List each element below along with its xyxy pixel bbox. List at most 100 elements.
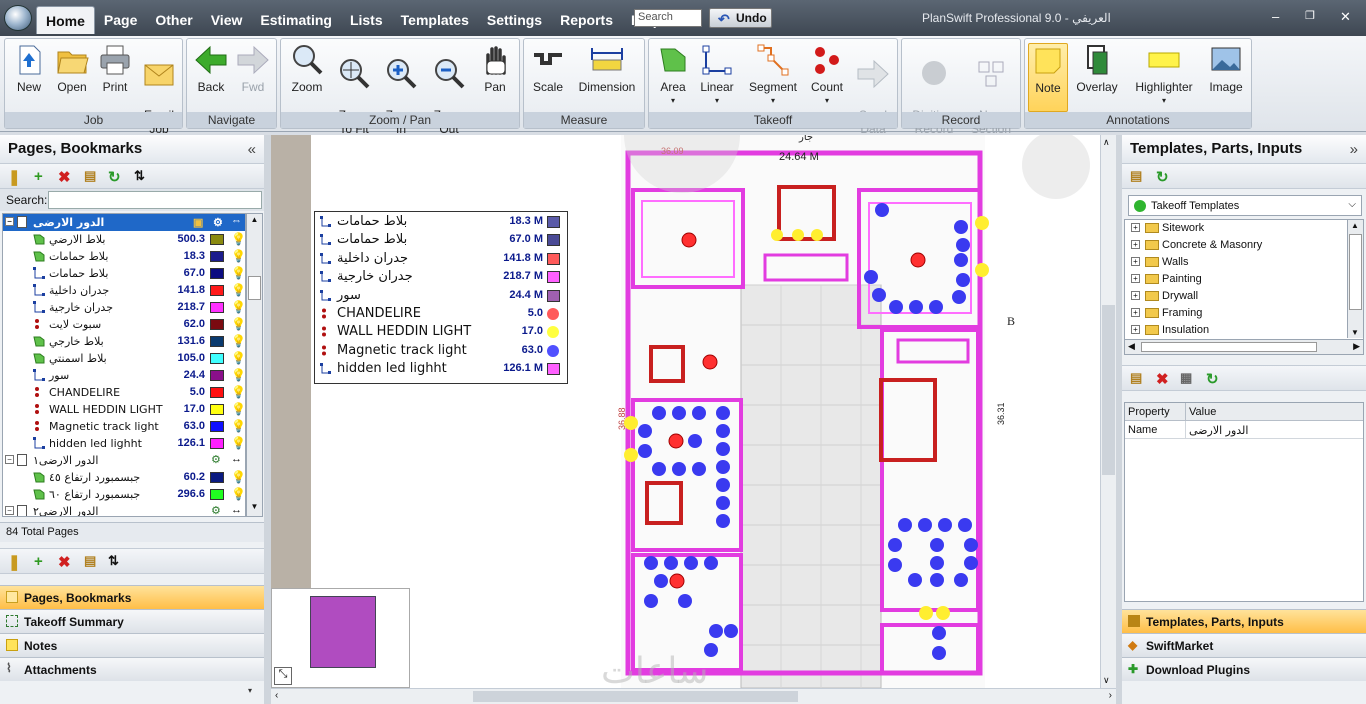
item-color-swatch[interactable] — [210, 319, 224, 330]
pan-button[interactable]: Pan — [477, 43, 513, 94]
visibility-bulb-icon[interactable]: 💡 — [231, 266, 245, 280]
takeoff-item-row[interactable]: WALL HEDDIN LIGHT 17.0 💡 — [3, 401, 245, 418]
canvas-vscroll-thumb[interactable] — [1102, 305, 1115, 475]
page-row[interactable]: − الدور الارضى٢ ⚙ ↔ — [3, 503, 245, 516]
template-folder-row[interactable]: + Drywall — [1125, 288, 1363, 305]
linear-button[interactable]: Linear ▾ — [697, 43, 737, 108]
maximize-button[interactable]: ❐ — [1305, 9, 1315, 22]
properties-icon-2[interactable]: ▤ — [84, 553, 96, 569]
scroll-up-icon[interactable]: ▲ — [248, 215, 261, 228]
takeoff-item-row[interactable]: جبسمبورد ارتفاع ٦٠ 296.6 💡 — [3, 486, 245, 503]
tt-vscroll-thumb[interactable] — [1349, 234, 1362, 310]
collapse-toggle-icon[interactable]: − — [5, 455, 14, 464]
templates-tree[interactable]: + Sitework + Concrete & Masonry + Walls + Paint… — [1124, 219, 1364, 355]
nav-swiftmarket[interactable]: ◆ SwiftMarket — [1122, 633, 1366, 657]
templates-hscroll[interactable]: ◀ ▶ — [1124, 339, 1364, 355]
tt-scroll-up-icon[interactable]: ▲ — [1351, 221, 1359, 230]
scroll-thumb[interactable] — [248, 276, 261, 300]
property-value[interactable]: الدور الارضى — [1189, 424, 1248, 437]
visibility-bulb-icon[interactable]: 💡 — [231, 232, 245, 246]
menu-templates[interactable]: Templates — [392, 6, 478, 34]
collapse-toggle-icon[interactable]: − — [5, 506, 14, 515]
bookmark-icon[interactable]: ❚ — [8, 168, 21, 186]
takeoff-item-row[interactable]: بلاط اسمنتي 105.0 💡 — [3, 350, 245, 367]
save-icon[interactable]: ▣ — [193, 216, 203, 229]
fit-width-icon[interactable]: ⇔ — [231, 215, 242, 227]
item-color-swatch[interactable] — [210, 251, 224, 262]
template-folder-row[interactable]: + Sitework — [1125, 220, 1363, 237]
canvas-hscroll-thumb[interactable] — [473, 691, 798, 702]
menu-lists[interactable]: Lists — [341, 6, 392, 34]
menu-settings[interactable]: Settings — [478, 6, 551, 34]
menu-view[interactable]: View — [202, 6, 252, 34]
takeoff-item-row[interactable]: بلاط حمامات 18.3 💡 — [3, 248, 245, 265]
property-row[interactable]: Name الدور الارضى — [1125, 421, 1363, 439]
item-color-swatch[interactable] — [210, 285, 224, 296]
visibility-bulb-icon[interactable]: 💡 — [231, 436, 245, 450]
item-color-swatch[interactable] — [210, 268, 224, 279]
tree-scrollbar[interactable]: ▲ ▼ — [246, 213, 263, 517]
takeoff-filter-icon[interactable]: ⚙ — [213, 216, 223, 229]
takeoff-item-row[interactable]: بلاط حمامات 67.0 💡 — [3, 265, 245, 282]
template-folder-row[interactable]: + Painting — [1125, 271, 1363, 288]
takeoff-filter-icon[interactable]: ⚙ — [211, 504, 221, 516]
item-color-swatch[interactable] — [210, 489, 224, 500]
template-folder-row[interactable]: + Insulation — [1125, 322, 1363, 339]
add-icon[interactable]: + — [34, 168, 43, 185]
properties-grid[interactable]: Property Value Name الدور الارضى — [1124, 402, 1364, 602]
template-folder-row[interactable]: + Concrete & Masonry — [1125, 237, 1363, 254]
image-button[interactable]: Image — [1205, 43, 1247, 94]
sort-icon-2[interactable]: ⇅ — [108, 553, 119, 569]
takeoff-item-row[interactable]: سور 24.4 💡 — [3, 367, 245, 384]
count-button[interactable]: Count ▾ — [807, 43, 847, 108]
properties-icon[interactable]: ▤ — [84, 168, 96, 184]
visibility-bulb-icon[interactable]: 💡 — [231, 300, 245, 314]
delete-icon[interactable]: ✖ — [58, 168, 71, 186]
zoom-button[interactable]: Zoom — [287, 43, 327, 94]
template-refresh-icon[interactable]: ↻ — [1156, 168, 1169, 186]
open-button[interactable]: Open — [53, 43, 91, 94]
menu-page[interactable]: Page — [95, 6, 146, 34]
drawing-canvas[interactable]: 36.09 24.64 M جار B 36.31 36.88 ساعات ∧ … — [271, 135, 1116, 688]
app-menu-button[interactable] — [4, 5, 32, 31]
takeoff-item-row[interactable]: CHANDELIRE 5.0 💡 — [3, 384, 245, 401]
refresh-icon[interactable]: ↻ — [108, 168, 121, 186]
sort-icon[interactable]: ⇅ — [134, 168, 145, 184]
item-color-swatch[interactable] — [210, 438, 224, 449]
canvas-scroll-left-icon[interactable]: ‹ — [275, 690, 278, 701]
expand-icon[interactable]: + — [1131, 223, 1140, 232]
collapse-left-panel-button[interactable]: « — [248, 141, 256, 158]
visibility-bulb-icon[interactable]: 💡 — [231, 317, 245, 331]
forward-button[interactable]: Fwd — [235, 43, 271, 94]
back-button[interactable]: Back — [193, 43, 229, 94]
expand-icon[interactable]: + — [1131, 308, 1140, 317]
nav-templates[interactable]: Templates, Parts, Inputs — [1122, 609, 1366, 633]
expand-icon[interactable]: + — [1131, 257, 1140, 266]
page-row[interactable]: − الدور الارضى ▣ ⚙ ⇔ — [3, 214, 245, 231]
nav-download-plugins[interactable]: ✚ Download Plugins — [1122, 657, 1366, 681]
item-color-swatch[interactable] — [210, 387, 224, 398]
expand-icon[interactable]: + — [1131, 274, 1140, 283]
visibility-bulb-icon[interactable]: 💡 — [231, 385, 245, 399]
tt-scroll-down-icon[interactable]: ▼ — [1351, 328, 1359, 337]
expand-icon[interactable]: + — [1131, 240, 1140, 249]
close-button[interactable]: ✕ — [1340, 9, 1351, 25]
visibility-bulb-icon[interactable]: 💡 — [231, 470, 245, 484]
tt-scroll-thumb[interactable] — [1141, 342, 1317, 352]
parts-grid-icon[interactable]: ▦ — [1180, 370, 1192, 386]
takeoff-legend[interactable]: بلاط حمامات 18.3 M بلاط حمامات 67.0 M جدران … — [314, 211, 568, 384]
canvas-hscroll[interactable]: ‹ › — [271, 688, 1116, 704]
item-color-swatch[interactable] — [210, 302, 224, 313]
minimize-button[interactable]: – — [1272, 9, 1279, 24]
minimap-resize-icon[interactable]: ⤡ — [274, 667, 292, 685]
menu-estimating[interactable]: Estimating — [251, 6, 341, 34]
highlighter-button[interactable]: Highlighter ▾ — [1129, 43, 1199, 108]
nav-attachments[interactable]: ⌇ Attachments — [0, 657, 264, 681]
takeoff-item-row[interactable]: جدران داخلية 141.8 💡 — [3, 282, 245, 299]
visibility-bulb-icon[interactable]: 💡 — [231, 249, 245, 263]
templates-vscroll[interactable]: ▲ ▼ — [1347, 220, 1363, 338]
nav-notes[interactable]: Notes — [0, 633, 264, 657]
visibility-bulb-icon[interactable]: 💡 — [231, 402, 245, 416]
dimension-button[interactable]: Dimension — [574, 43, 640, 94]
expand-icon[interactable]: + — [1131, 325, 1140, 334]
